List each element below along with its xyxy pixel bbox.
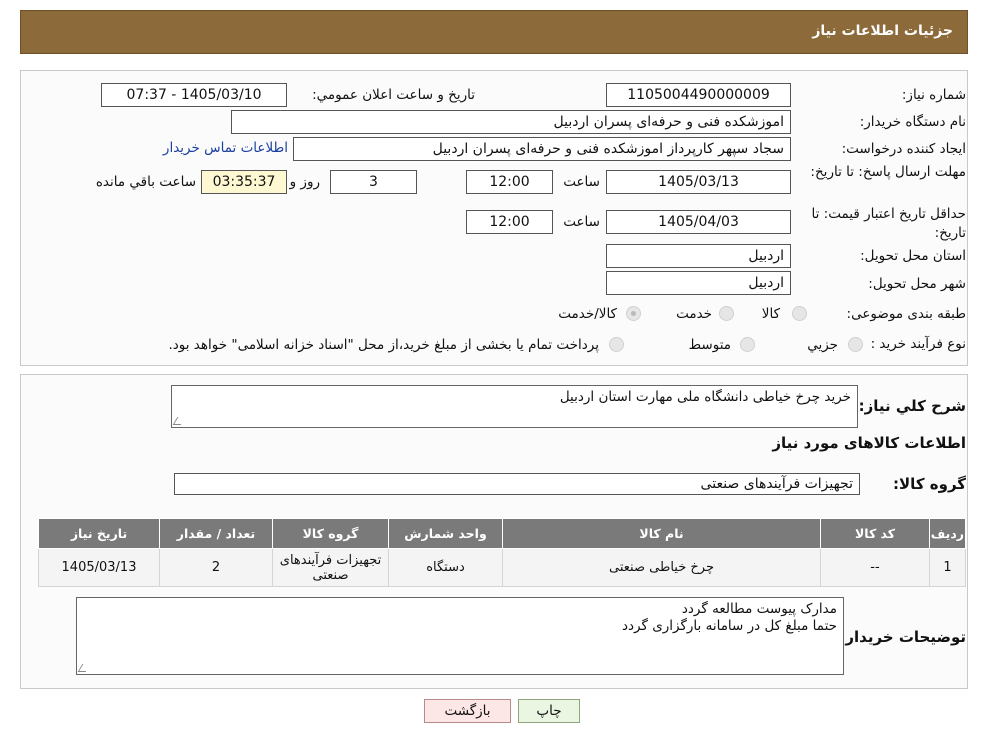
cell-row-number: 1 bbox=[929, 548, 966, 587]
process-note: پرداخت تمام يا بخشی از مبلغ خريد،از محل … bbox=[168, 337, 599, 353]
cell-quantity: 2 bbox=[159, 548, 273, 587]
description-label: شرح کلي نياز: bbox=[858, 397, 966, 415]
process-medium-radio[interactable] bbox=[740, 337, 755, 352]
remaining-time-field: 03:35:37 bbox=[201, 170, 287, 194]
creator-label: ايجاد کننده درخواست: bbox=[841, 141, 966, 157]
buyer-org-label: نام دستگاه خريدار: bbox=[859, 114, 966, 130]
category-goods-label: کالا bbox=[761, 306, 780, 322]
page-header: جزئیات اطلاعات نیاز bbox=[20, 10, 968, 54]
reply-date-field[interactable]: 1405/03/13 bbox=[606, 170, 791, 194]
col-header-quantity: تعداد / مقدار bbox=[159, 518, 273, 549]
cell-name: چرخ خياطی صنعتی bbox=[502, 548, 821, 587]
announce-field[interactable]: 1405/03/10 - 07:37 bbox=[101, 83, 287, 107]
description-textarea[interactable]: خرید چرخ خیاطی دانشگاه ملی مهارت استان ا… bbox=[171, 385, 858, 428]
category-service-radio[interactable] bbox=[719, 306, 734, 321]
category-label: طبقه بندی موضوعی: bbox=[846, 306, 966, 322]
city-label: شهر محل تحويل: bbox=[868, 276, 966, 292]
need-number-field[interactable]: 1105004490000009 bbox=[606, 83, 791, 107]
goods-section-title: اطلاعات کالاهای مورد نياز bbox=[772, 434, 966, 452]
resize-grip-icon[interactable] bbox=[172, 417, 186, 425]
province-label: استان محل تحويل: bbox=[860, 248, 966, 264]
col-header-code: کد کالا bbox=[820, 518, 930, 549]
category-goods-service-radio[interactable] bbox=[626, 306, 641, 321]
col-header-group: گروه کالا bbox=[272, 518, 389, 549]
remaining-label: ساعت باقي مانده bbox=[95, 174, 196, 190]
process-treasury-radio[interactable] bbox=[609, 337, 624, 352]
back-button[interactable]: بازگشت bbox=[424, 699, 511, 723]
days-count-field[interactable]: 3 bbox=[330, 170, 417, 194]
buyer-notes-label: توضيحات خريدار: bbox=[839, 628, 966, 646]
print-button[interactable]: چاپ bbox=[518, 699, 580, 723]
col-header-name: نام کالا bbox=[502, 518, 821, 549]
goods-table: رديف کد کالا نام کالا واحد شمارش گروه کا… bbox=[38, 518, 966, 587]
price-time-field[interactable]: 12:00 bbox=[466, 210, 553, 234]
description-text: خرید چرخ خیاطی دانشگاه ملی مهارت استان ا… bbox=[559, 389, 851, 405]
days-label: روز و bbox=[289, 174, 320, 190]
process-minor-radio[interactable] bbox=[848, 337, 863, 352]
process-medium-label: متوسط bbox=[688, 337, 731, 353]
announce-label: تاریخ و ساعت اعلان عمومي: bbox=[312, 87, 475, 103]
price-time-label: ساعت bbox=[563, 214, 600, 230]
category-service-label: خدمت bbox=[676, 306, 712, 322]
buyer-notes-line-2: حتما مبلغ کل در سامانه بارگزاری گردد bbox=[622, 618, 837, 634]
need-number-label: شماره نیاز: bbox=[901, 87, 966, 103]
table-row: 1 -- چرخ خياطی صنعتی دستگاه تجهيزات فرآي… bbox=[38, 548, 966, 587]
table-header-row: رديف کد کالا نام کالا واحد شمارش گروه کا… bbox=[38, 518, 966, 549]
goods-group-field[interactable]: تجهيزات فرآيندهای صنعتی bbox=[174, 473, 860, 495]
cell-date: 1405/03/13 bbox=[38, 548, 160, 587]
cell-group: تجهيزات فرآيندهای صنعتی bbox=[272, 548, 389, 587]
cell-unit: دستگاه bbox=[388, 548, 503, 587]
price-date-field[interactable]: 1405/04/03 bbox=[606, 210, 791, 234]
reply-time-label: ساعت bbox=[563, 174, 600, 190]
creator-field[interactable]: سجاد سپهر کارپرداز اموزشکده فنی و حرفه‌ا… bbox=[293, 137, 791, 161]
page-title: جزئیات اطلاعات نیاز bbox=[812, 23, 953, 39]
col-header-row-number: رديف bbox=[929, 518, 966, 549]
city-field[interactable]: اردبیل bbox=[606, 271, 791, 295]
category-goods-service-label: کالا/خدمت bbox=[558, 306, 617, 322]
buyer-org-field[interactable]: اموزشکده فنی و حرفه‌ای پسران اردبیل bbox=[231, 110, 791, 134]
category-goods-radio[interactable] bbox=[792, 306, 807, 321]
process-minor-label: جزيي bbox=[807, 337, 838, 353]
buyer-notes-line-1: مدارک پیوست مطالعه گردد bbox=[681, 601, 837, 617]
col-header-unit: واحد شمارش bbox=[388, 518, 503, 549]
price-validity-label: حداقل تاريخ اعتبار قيمت: تا تاريخ: bbox=[811, 206, 966, 241]
resize-grip-icon[interactable] bbox=[77, 664, 91, 672]
process-label: نوع فرآيند خريد : bbox=[870, 336, 966, 352]
contact-info-link[interactable]: اطلاعات تماس خريدار bbox=[163, 140, 288, 156]
buyer-notes-textarea[interactable]: مدارک پیوست مطالعه گردد حتما مبلغ کل در … bbox=[76, 597, 844, 675]
cell-code: -- bbox=[820, 548, 930, 587]
province-field[interactable]: اردبیل bbox=[606, 244, 791, 268]
reply-deadline-label: مهلت ارسال پاسخ: تا تاريخ: bbox=[810, 164, 966, 180]
col-header-date: تاريخ نياز bbox=[38, 518, 160, 549]
reply-time-field[interactable]: 12:00 bbox=[466, 170, 553, 194]
goods-group-label: گروه کالا: bbox=[893, 475, 966, 493]
